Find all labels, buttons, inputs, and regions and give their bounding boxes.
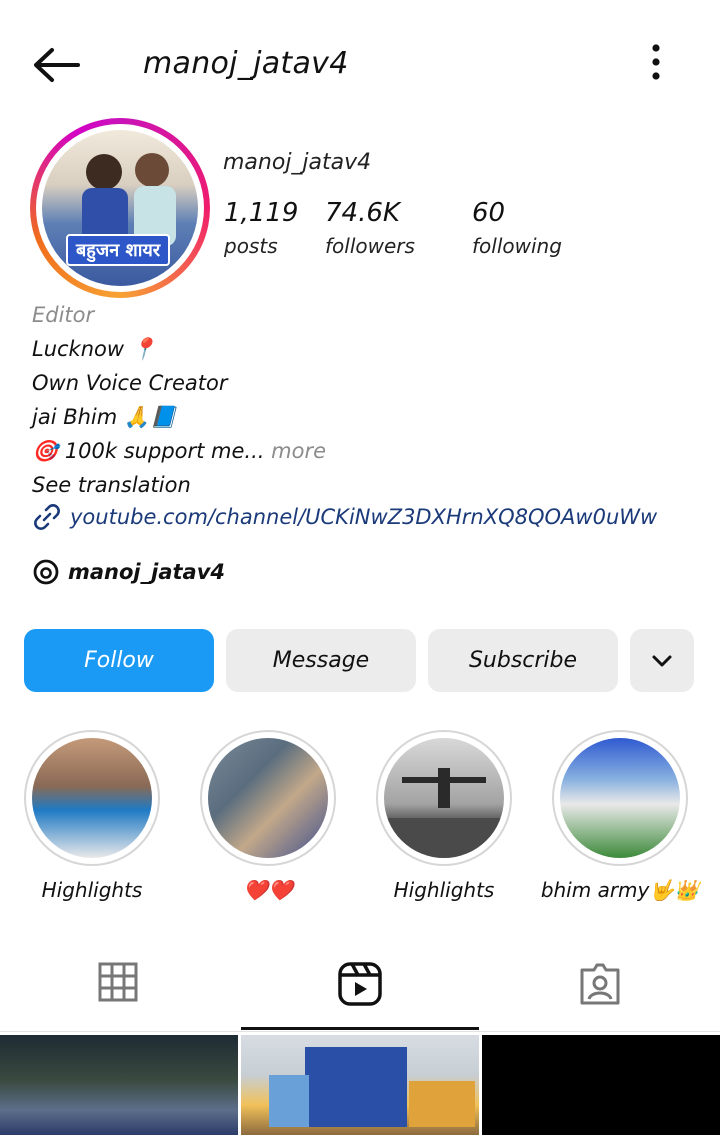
highlight-cover [208,738,328,858]
bio-category: Editor [32,303,95,327]
bio-line: 🎯 100k support me... [32,439,265,463]
highlight-item[interactable]: Highlights [376,730,512,902]
profile-tabs [0,940,720,1030]
stat-label: posts [224,234,278,258]
follow-button[interactable]: Follow [24,629,214,692]
more-options-button[interactable] [640,40,672,86]
highlight-item[interactable]: Highlights [24,730,160,902]
highlight-cover [32,738,152,858]
stat-followers[interactable]: 74.6K followers [325,198,415,258]
post-thumbnail[interactable] [0,1035,238,1135]
chevron-down-icon [652,655,672,666]
highlight-cover [384,738,504,858]
subscribe-button[interactable]: Subscribe [428,629,618,692]
highlight-item[interactable]: bhim army🤟👑 [541,730,699,902]
stat-value: 60 [472,198,506,228]
back-button[interactable] [30,44,82,86]
top-bar: manoj_jatav4 [0,0,720,130]
bio-line-truncated: 🎯 100k support me... more [32,436,692,470]
post-thumbnail[interactable] [241,1035,479,1135]
story-ring[interactable]: बहुजन शायर [30,118,210,298]
stat-following[interactable]: 60 following [472,198,562,258]
tab-posts[interactable] [96,960,144,1008]
highlight-cover [560,738,680,858]
grid-icon [98,962,138,1002]
highlight-label: Highlights [41,878,143,902]
stat-label: followers [325,234,415,258]
tab-tagged[interactable] [576,960,624,1008]
active-tab-indicator [241,1027,479,1030]
avatar: बहुजन शायर [42,130,198,286]
profile-name: manoj_jatav4 [223,150,372,175]
threads-handle: manoj_jatav4 [68,560,226,584]
bio: Editor Lucknow 📍 Own Voice Creator jai B… [32,300,692,504]
more-link[interactable]: more [271,439,326,463]
arrow-left-icon [34,48,80,82]
tab-reels[interactable] [336,960,384,1008]
highlight-item[interactable]: ❤️❤️ [200,730,336,902]
see-translation-link[interactable]: See translation [32,470,692,504]
link-text: youtube.com/channel/UCKiNwZ3DXHrnXQ8QOAw… [70,505,658,529]
external-link[interactable]: youtube.com/channel/UCKiNwZ3DXHrnXQ8QOAw… [32,502,657,532]
message-button[interactable]: Message [226,629,416,692]
highlight-label: Highlights [393,878,495,902]
link-icon [34,504,60,530]
tagged-icon [580,963,620,1005]
stat-value: 74.6K [325,198,400,228]
highlight-label: bhim army🤟👑 [540,878,700,902]
avatar-badge: बहुजन शायर [66,234,171,266]
threads-badge[interactable]: manoj_jatav4 [32,558,225,586]
reels-icon [338,962,382,1006]
threads-icon [33,559,59,585]
stat-label: following [472,234,562,258]
suggested-dropdown-button[interactable] [630,629,694,692]
bio-line: jai Bhim 🙏📘 [32,405,177,429]
highlight-label: ❤️❤️ [243,878,293,902]
bio-line: Lucknow 📍 [32,337,157,361]
bio-line: Own Voice Creator [32,371,228,395]
page-title: manoj_jatav4 [143,46,349,81]
vertical-dots-icon [652,44,660,80]
stat-posts[interactable]: 1,119 posts [224,198,298,258]
post-thumbnail[interactable] [482,1035,720,1135]
divider [0,1031,720,1032]
stat-value: 1,119 [224,198,299,228]
